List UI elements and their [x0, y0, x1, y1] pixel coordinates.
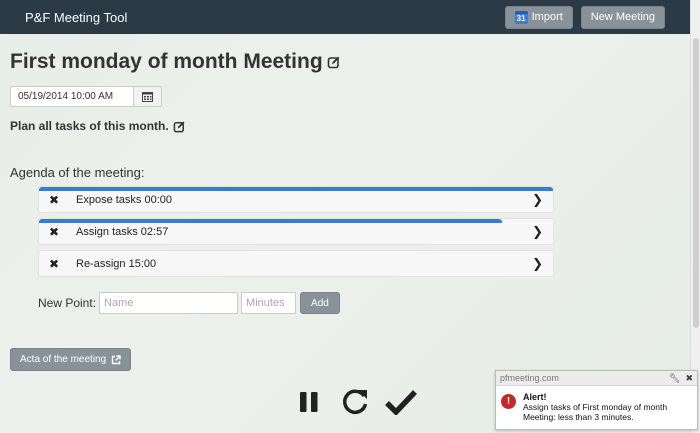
notification-message: Assign tasks of First monday of month Me…: [523, 402, 668, 422]
meeting-description: Plan all tasks of this month.: [10, 119, 169, 133]
agenda-list: ✖ Expose tasks 00:00 ❯ ✖ Assign tasks 02…: [38, 186, 554, 282]
navbar: P&F Meeting Tool 31 Import New Meeting: [0, 0, 690, 34]
agenda-item-label: Re-assign 15:00: [76, 257, 157, 270]
agenda-item[interactable]: ✖ Expose tasks 00:00 ❯: [38, 186, 554, 213]
edit-title-icon[interactable]: [327, 55, 341, 69]
meeting-controls: [293, 386, 417, 418]
chevron-right-icon[interactable]: ❯: [532, 224, 543, 240]
agenda-item[interactable]: ✖ Re-assign 15:00 ❯: [38, 250, 554, 277]
agenda-progress-bar: [39, 219, 502, 223]
calendar-icon: 31: [514, 10, 528, 24]
title-row: First monday of month Meeting: [10, 50, 341, 74]
date-input[interactable]: 05/19/2014 10:00 AM: [10, 86, 134, 107]
close-icon[interactable]: ✖: [685, 373, 693, 384]
refresh-button[interactable]: [339, 386, 371, 418]
refresh-icon: [343, 389, 368, 414]
remove-icon[interactable]: ✖: [39, 225, 69, 239]
alert-icon: !: [501, 394, 516, 409]
pause-icon: [300, 392, 318, 412]
notification-title: Alert!: [523, 392, 547, 402]
chevron-right-icon[interactable]: ❯: [532, 256, 543, 272]
subtitle-row: Plan all tasks of this month.: [10, 119, 186, 133]
import-button[interactable]: 31 Import: [504, 5, 573, 29]
edit-description-icon[interactable]: [173, 120, 186, 133]
chevron-right-icon[interactable]: ❯: [532, 192, 543, 208]
scrollbar-thumb[interactable]: [693, 38, 699, 328]
notification-popup: pfmeeting.com 🔧︎ ✖ ! Alert! Assign tasks…: [495, 370, 698, 430]
check-icon: [385, 390, 417, 415]
agenda-progress-bar: [39, 187, 553, 191]
new-meeting-button[interactable]: New Meeting: [580, 5, 665, 29]
point-minutes-input[interactable]: [241, 292, 297, 314]
agenda-label: Agenda of the meeting:: [10, 165, 145, 180]
notification-body[interactable]: ! Alert! Assign tasks of First monday of…: [496, 386, 697, 428]
external-link-icon: [111, 354, 121, 364]
date-picker: 05/19/2014 10:00 AM: [10, 86, 162, 107]
page-title: First monday of month Meeting: [10, 50, 323, 73]
import-label: Import: [531, 11, 563, 23]
new-point-label: New Point:: [38, 296, 97, 310]
pause-button[interactable]: [293, 386, 325, 418]
notification-header: pfmeeting.com 🔧︎ ✖: [496, 371, 697, 386]
scrollbar[interactable]: [690, 0, 700, 433]
calendar-button[interactable]: [134, 86, 162, 107]
notification-source: pfmeeting.com: [500, 373, 560, 383]
acta-button[interactable]: Acta of the meeting: [10, 348, 132, 371]
point-name-input[interactable]: [99, 292, 239, 314]
agenda-item-label: Expose tasks 00:00: [76, 193, 173, 206]
remove-icon[interactable]: ✖: [39, 257, 69, 271]
add-button[interactable]: Add: [300, 292, 340, 314]
brand-title[interactable]: P&F Meeting Tool: [25, 10, 127, 25]
wrench-icon[interactable]: 🔧︎: [669, 373, 680, 384]
complete-button[interactable]: [385, 386, 417, 418]
calendar-grid-icon: [142, 92, 153, 102]
acta-label: Acta of the meeting: [20, 354, 107, 365]
agenda-item[interactable]: ✖ Assign tasks 02:57 ❯: [38, 218, 554, 245]
agenda-item-label: Assign tasks 02:57: [76, 225, 169, 238]
remove-icon[interactable]: ✖: [39, 193, 69, 207]
new-point-form: New Point: Add: [38, 292, 340, 314]
